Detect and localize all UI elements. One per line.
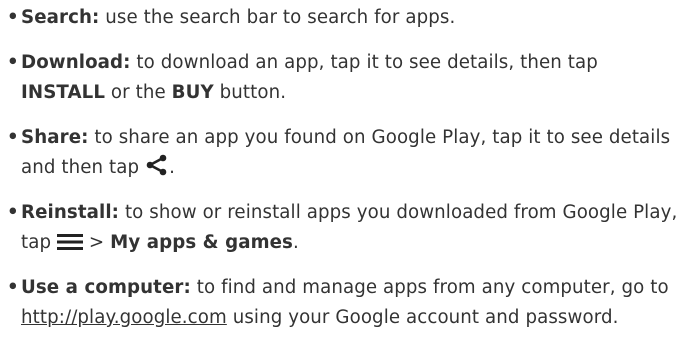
list-item-reinstall: • Reinstall: to show or reinstall apps y… bbox=[7, 198, 682, 258]
bullet-list: • Search: use the search bar to search f… bbox=[7, 3, 682, 333]
my-apps-games-term: My apps & games bbox=[110, 232, 293, 253]
search-text: use the search bar to search for apps. bbox=[99, 7, 456, 28]
list-item-download: • Download: to download an app, tap it t… bbox=[7, 48, 682, 108]
bullet-dot: • bbox=[7, 202, 19, 223]
reinstall-text-2: > bbox=[83, 232, 111, 253]
menu-icon bbox=[57, 233, 84, 251]
share-text-2: . bbox=[169, 157, 175, 178]
use-computer-label: Use a computer: bbox=[21, 277, 191, 298]
play-google-link[interactable]: http://play.google.com bbox=[21, 307, 227, 328]
list-item-search: • Search: use the search bar to search f… bbox=[7, 3, 682, 33]
download-text-2: or the bbox=[105, 82, 172, 103]
bullet-dot: • bbox=[7, 52, 19, 73]
download-text: to download an app, tap it to see detail… bbox=[130, 52, 598, 73]
download-label: Download: bbox=[21, 52, 131, 73]
bullet-dot: • bbox=[7, 7, 19, 28]
list-item-share: • Share: to share an app you found on Go… bbox=[7, 123, 682, 183]
use-computer-text: to find and manage apps from any compute… bbox=[190, 277, 669, 298]
reinstall-text-3: . bbox=[292, 232, 299, 253]
list-item-use-computer: • Use a computer: to find and manage app… bbox=[7, 273, 682, 333]
reinstall-label: Reinstall: bbox=[21, 202, 120, 223]
search-label: Search: bbox=[21, 7, 100, 28]
bullet-dot: • bbox=[7, 277, 19, 298]
instructions-page: • Search: use the search bar to search f… bbox=[0, 0, 682, 362]
download-text-3: button. bbox=[213, 82, 287, 103]
use-computer-text-2: using your Google account and password. bbox=[226, 307, 619, 328]
buy-term: BUY bbox=[171, 82, 214, 103]
share-icon bbox=[145, 154, 169, 176]
bullet-dot: • bbox=[7, 127, 19, 148]
install-term: INSTALL bbox=[21, 82, 106, 103]
share-text: to share an app you found on Google Play… bbox=[21, 127, 671, 178]
share-label: Share: bbox=[21, 127, 89, 148]
